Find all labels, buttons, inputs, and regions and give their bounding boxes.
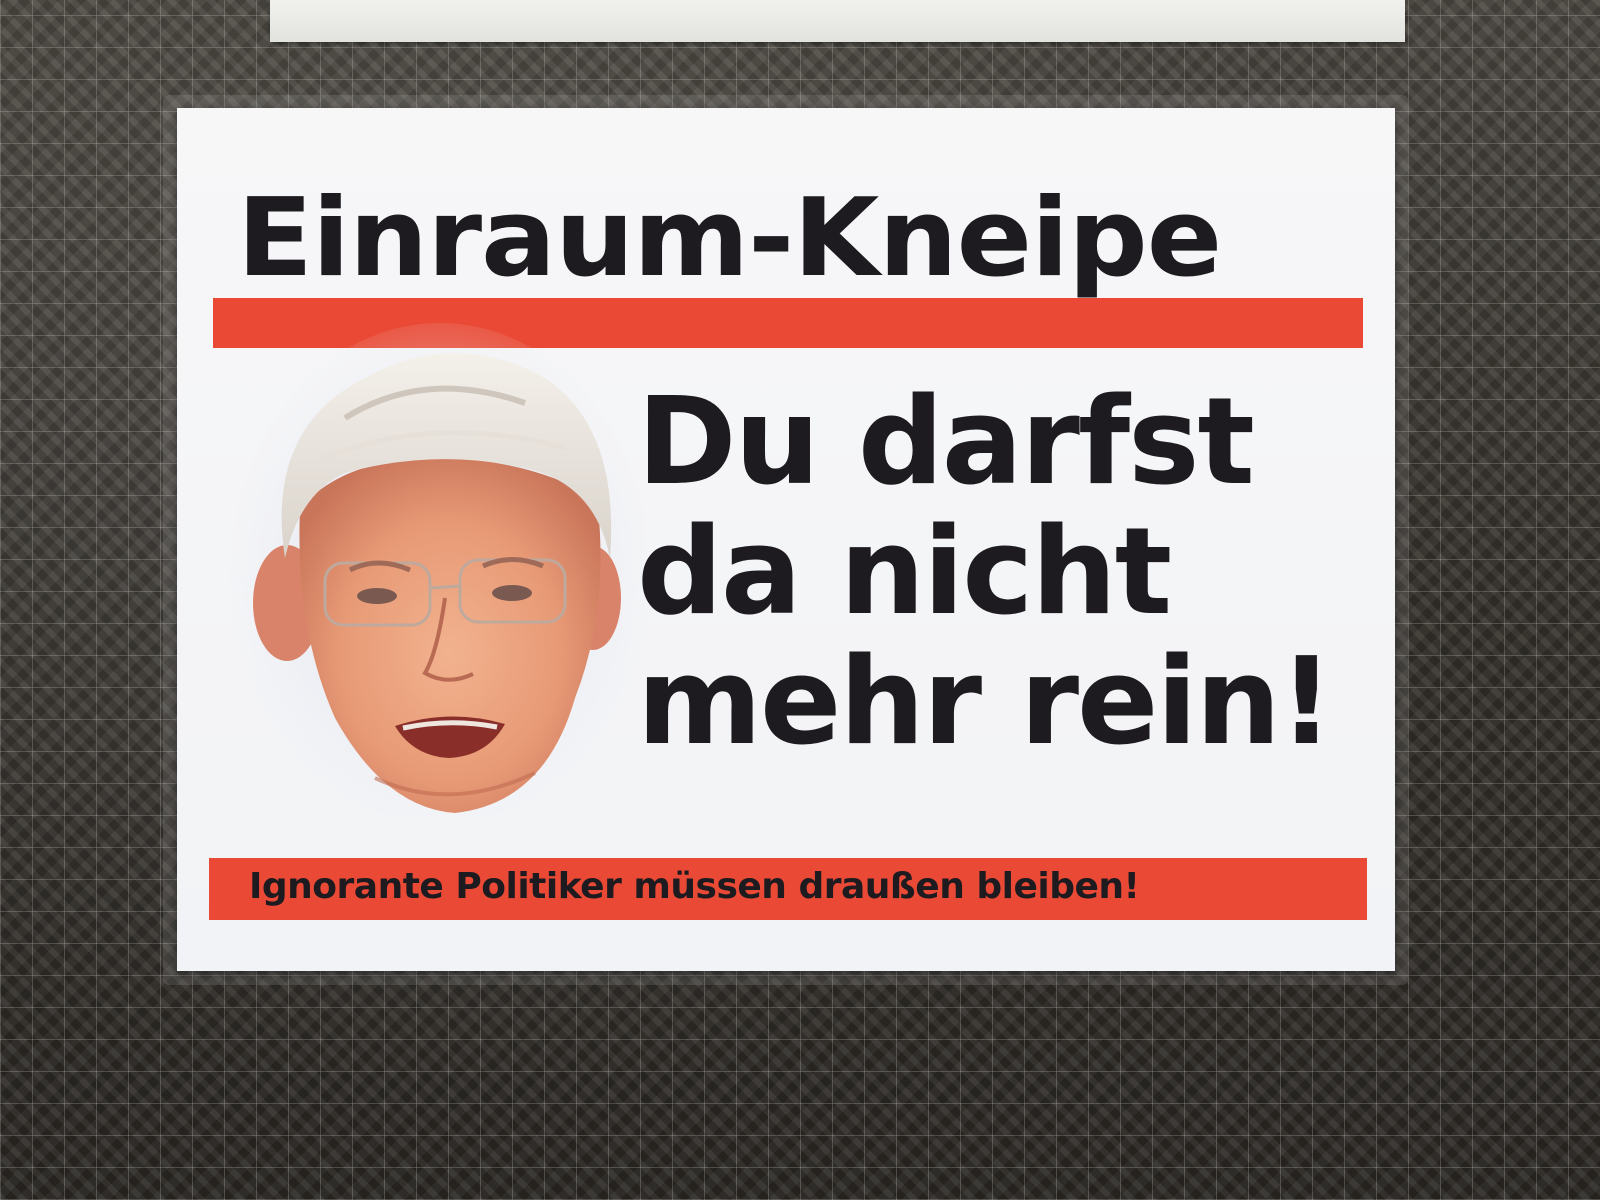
photo-scene: Einraum-Kneipe Du darfst da nicht mehr r… [0, 0, 1600, 1200]
slogan-line-1: Du darfst [637, 373, 1255, 512]
paper-strip-top [270, 0, 1405, 42]
slogan-line-3: mehr rein! [637, 633, 1334, 772]
man-face-icon [230, 323, 645, 818]
poster: Einraum-Kneipe Du darfst da nicht mehr r… [177, 108, 1395, 971]
red-bar-bottom: Ignorante Politiker müssen draußen bleib… [209, 858, 1367, 920]
poster-headline: Einraum-Kneipe [237, 176, 1222, 301]
poster-slogan: Du darfst da nicht mehr rein! [637, 378, 1357, 768]
slogan-line-2: da nicht [637, 503, 1172, 642]
poster-tagline: Ignorante Politiker müssen draußen bleib… [249, 866, 1140, 907]
